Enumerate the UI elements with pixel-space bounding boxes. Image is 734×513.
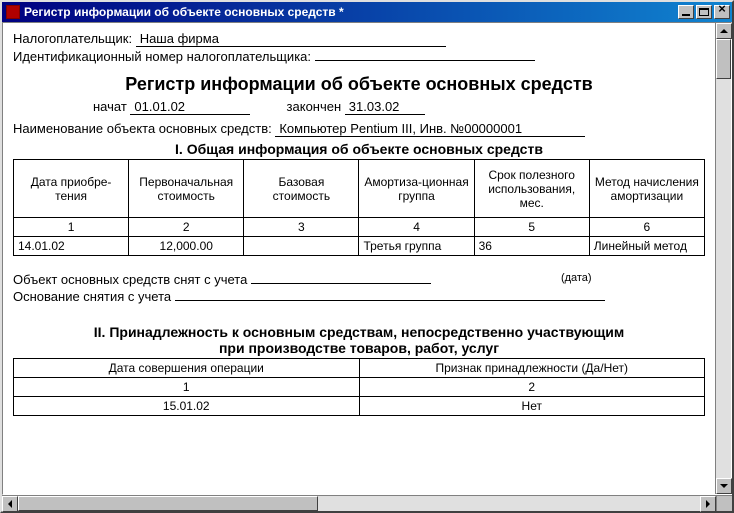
col-header: Срок полезного использования, мес.	[474, 160, 589, 218]
main-title: Регистр информации об объекте основных с…	[13, 74, 705, 95]
scroll-thumb[interactable]	[18, 496, 318, 511]
col-num: 5	[474, 218, 589, 237]
table-header-row: Дата приобре-тения Первоначальная стоимо…	[14, 160, 705, 218]
scroll-thumb[interactable]	[716, 39, 731, 79]
col-num: 2	[129, 218, 244, 237]
titlebar: Регистр информации об объекте основных с…	[2, 2, 732, 22]
scroll-down-button[interactable]	[716, 478, 732, 494]
section2-title-l2: при производстве товаров, работ, услуг	[13, 340, 705, 356]
scroll-track[interactable]	[716, 39, 731, 478]
object-value[interactable]: Компьютер Pentium III, Инв. №00000001	[275, 121, 585, 137]
scroll-left-button[interactable]	[2, 496, 18, 512]
cell: Третья группа	[359, 237, 474, 256]
col-num: 1	[14, 218, 129, 237]
table-num-row: 1 2 3 4 5 6	[14, 218, 705, 237]
document-area: Налогоплательщик: Наша фирма Идентификац…	[3, 23, 715, 494]
scroll-track[interactable]	[18, 496, 700, 511]
dereg-reason-value[interactable]	[175, 300, 605, 301]
section2-table: Дата совершения операции Признак принадл…	[13, 358, 705, 416]
dereg-value[interactable]	[251, 283, 431, 284]
maximize-button[interactable]	[696, 5, 712, 19]
col-num: 2	[359, 378, 705, 397]
cell: Нет	[359, 397, 705, 416]
col-header: Дата совершения операции	[14, 359, 360, 378]
scroll-right-button[interactable]	[700, 496, 716, 512]
cell	[244, 237, 359, 256]
cell: 36	[474, 237, 589, 256]
section2-title-l1: II. Принадлежность к основным средствам,…	[13, 324, 705, 340]
inn-label: Идентификационный номер налогоплательщик…	[13, 49, 311, 64]
app-icon	[6, 5, 20, 19]
taxpayer-label: Налогоплательщик:	[13, 31, 132, 46]
col-header: Дата приобре-тения	[14, 160, 129, 218]
dereg-label: Объект основных средств снят с учета	[13, 272, 247, 287]
dereg-row: Объект основных средств снят с учета (да…	[13, 272, 705, 287]
period-row: начат 01.01.02 закончен 31.03.02	[13, 99, 705, 115]
minimize-button[interactable]	[678, 5, 694, 19]
period-end-value[interactable]: 31.03.02	[345, 99, 425, 115]
vertical-scrollbar[interactable]	[715, 23, 731, 494]
window-title: Регистр информации об объекте основных с…	[24, 5, 676, 19]
scroll-up-button[interactable]	[716, 23, 732, 39]
period-start-value[interactable]: 01.01.02	[130, 99, 250, 115]
scroll-corner	[716, 496, 732, 511]
table-header-row: Дата совершения операции Признак принадл…	[14, 359, 705, 378]
close-button[interactable]	[714, 5, 730, 19]
cell: 14.01.02	[14, 237, 129, 256]
object-label: Наименование объекта основных средств:	[13, 121, 272, 136]
inn-row: Идентификационный номер налогоплательщик…	[13, 49, 705, 64]
col-num: 4	[359, 218, 474, 237]
object-row: Наименование объекта основных средств: К…	[13, 121, 705, 137]
col-header: Признак принадлежности (Да/Нет)	[359, 359, 705, 378]
period-start-label: начат	[93, 99, 127, 114]
col-num: 3	[244, 218, 359, 237]
col-header: Первоначальная стоимость	[129, 160, 244, 218]
dereg-date-hint: (дата)	[561, 272, 592, 287]
section1-title: I. Общая информация об объекте основных …	[13, 141, 705, 157]
taxpayer-value[interactable]: Наша фирма	[136, 31, 446, 47]
cell: 12,000.00	[129, 237, 244, 256]
col-header: Метод начисления амортизации	[589, 160, 704, 218]
app-window: Регистр информации об объекте основных с…	[0, 0, 734, 513]
col-num: 6	[589, 218, 704, 237]
cell: 15.01.02	[14, 397, 360, 416]
table-data-row: 15.01.02 Нет	[14, 397, 705, 416]
col-num: 1	[14, 378, 360, 397]
section1-table: Дата приобре-тения Первоначальная стоимо…	[13, 159, 705, 256]
inn-value[interactable]	[315, 60, 535, 61]
dereg-reason-label: Основание снятия с учета	[13, 289, 171, 304]
client-area: Налогоплательщик: Наша фирма Идентификац…	[2, 22, 732, 495]
horizontal-scrollbar[interactable]	[2, 495, 732, 511]
table-num-row: 1 2	[14, 378, 705, 397]
cell: Линейный метод	[589, 237, 704, 256]
col-header: Базовая стоимость	[244, 160, 359, 218]
taxpayer-row: Налогоплательщик: Наша фирма	[13, 31, 705, 47]
col-header: Амортиза-ционная группа	[359, 160, 474, 218]
dereg-reason-row: Основание снятия с учета	[13, 289, 705, 304]
table-data-row: 14.01.02 12,000.00 Третья группа 36 Лине…	[14, 237, 705, 256]
period-end-label: закончен	[287, 99, 342, 114]
